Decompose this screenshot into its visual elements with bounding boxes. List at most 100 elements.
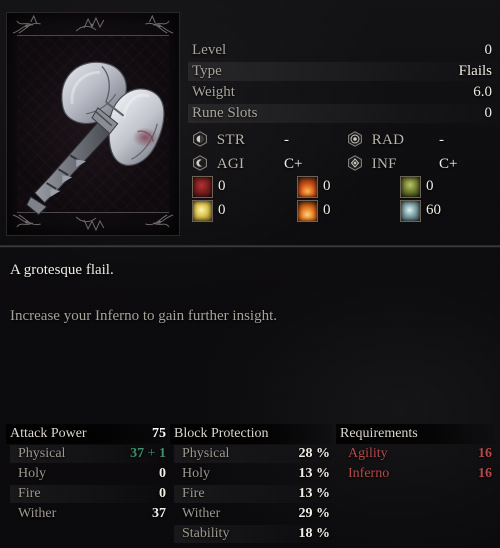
- stat-value-type: Flails: [458, 63, 492, 79]
- panel-header-requirements: Requirements: [336, 424, 494, 444]
- damage-value-inferno: 0: [323, 202, 331, 218]
- block-label-physical: Physical: [182, 446, 230, 461]
- blood-damage-icon: [192, 176, 213, 198]
- attack-physical-base: 37: [130, 446, 145, 461]
- strength-icon: [193, 131, 207, 147]
- panel-header-block-protection: Block Protection: [170, 424, 332, 444]
- block-row-fire: Fire 13 %: [174, 484, 330, 504]
- scaling-grade-agi: C+: [284, 156, 303, 172]
- scaling-grade-str: -: [284, 132, 289, 148]
- stat-label-level: Level: [192, 42, 227, 58]
- item-portrait-frame: [6, 12, 180, 236]
- requirement-value-inferno: 16: [478, 466, 492, 481]
- block-value-stability: 18 %: [298, 526, 331, 541]
- attack-row-fire: Fire 0: [10, 484, 166, 504]
- stat-row-rune-slots: Rune Slots 0: [188, 103, 498, 124]
- description-title: A grotesque flail.: [10, 262, 114, 278]
- grotesque-flail-weapon-art: [26, 61, 165, 216]
- attack-value-fire: 0: [159, 486, 166, 501]
- item-detail-panel: Level 0 Type Flails Weight 6.0 Rune Slot…: [0, 0, 500, 548]
- block-value-wither: 29 %: [298, 506, 331, 521]
- block-row-holy: Holy 13 %: [174, 464, 330, 484]
- stat-value-rune-slots: 0: [484, 105, 493, 121]
- attack-physical-bonus: 1: [159, 446, 166, 461]
- damage-value-holy: 0: [218, 202, 226, 218]
- description-body: Increase your Inferno to gain further in…: [10, 308, 277, 324]
- requirement-label-agility: Agility: [348, 446, 388, 461]
- scaling-grade-inf: C+: [439, 156, 458, 172]
- requirement-row-inferno: Inferno 16: [340, 464, 492, 484]
- scaling-label-agi: AGI: [216, 156, 245, 172]
- radiance-icon: [348, 131, 362, 147]
- scaling-label-str: STR: [216, 132, 246, 148]
- item-description: A grotesque flail. Increase your Inferno…: [10, 262, 480, 325]
- block-row-physical: Physical 28 %: [174, 444, 330, 464]
- damage-row-1: 0 0 0: [192, 174, 492, 198]
- stat-label-weight: Weight: [192, 84, 235, 100]
- stat-row-level: Level 0: [192, 40, 492, 61]
- stat-value-weight: 6.0: [473, 84, 492, 100]
- attack-label-holy: Holy: [18, 466, 46, 481]
- block-row-stability: Stability 18 %: [174, 524, 330, 544]
- inferno-icon: [348, 155, 362, 171]
- attack-label-wither: Wither: [18, 506, 57, 521]
- block-label-wither: Wither: [182, 506, 221, 521]
- section-divider: [0, 245, 500, 248]
- panel-requirements: Requirements Agility 16 Inferno 16: [336, 424, 494, 484]
- attack-value-holy: 0: [159, 466, 166, 481]
- block-row-wither: Wither 29 %: [174, 504, 330, 524]
- scaling-label-inf: INF: [371, 156, 397, 172]
- stat-label-type: Type: [192, 63, 222, 79]
- damage-value-blood: 0: [218, 178, 226, 194]
- block-label-fire: Fire: [182, 486, 205, 501]
- stat-value-level: 0: [484, 42, 493, 58]
- fire-damage-icon: [297, 176, 318, 198]
- holy-damage-icon: [192, 200, 213, 222]
- requirement-value-agility: 16: [478, 446, 492, 461]
- block-label-stability: Stability: [182, 526, 230, 541]
- attack-row-wither: Wither 37: [10, 504, 166, 524]
- requirement-label-inferno: Inferno: [348, 466, 390, 481]
- attack-label-physical: Physical: [18, 446, 66, 461]
- panel-title-requirements: Requirements: [340, 426, 418, 441]
- scaling-grade-rad: -: [439, 132, 444, 148]
- scaling-inferno: INF C+: [347, 152, 457, 176]
- requirement-row-agility: Agility 16: [340, 444, 492, 464]
- scaling-agility: AGI C+: [192, 152, 302, 176]
- attack-physical-plus: +: [147, 446, 156, 461]
- attack-row-physical: Physical 37 + 1: [10, 444, 166, 464]
- frost-insight-icon: [400, 200, 421, 222]
- attack-row-holy: Holy 0: [10, 464, 166, 484]
- panel-title-block-protection: Block Protection: [174, 426, 269, 441]
- scaling-strength: STR -: [192, 128, 289, 152]
- agility-icon: [193, 155, 207, 171]
- block-value-fire: 13 %: [298, 486, 331, 501]
- panel-header-attack-power: Attack Power 75: [6, 424, 168, 444]
- attack-value-wither: 37: [152, 506, 166, 521]
- panel-attack-power: Attack Power 75 Physical 37 + 1 Holy 0 F…: [6, 424, 168, 524]
- stat-label-rune-slots: Rune Slots: [192, 105, 258, 121]
- block-label-holy: Holy: [182, 466, 210, 481]
- panel-total-attack-power: 75: [152, 426, 166, 441]
- stat-panels: Attack Power 75 Physical 37 + 1 Holy 0 F…: [0, 424, 500, 548]
- stat-row-type: Type Flails: [188, 61, 498, 82]
- panel-block-protection: Block Protection Physical 28 % Holy 13 %…: [170, 424, 332, 544]
- damage-value-wither: 0: [426, 178, 434, 194]
- block-value-physical: 28 %: [298, 446, 331, 461]
- scaling-label-rad: RAD: [371, 132, 405, 148]
- scaling-grid: STR - RAD - AGI C+ INF C+: [192, 128, 492, 176]
- scaling-radiance: RAD -: [347, 128, 444, 152]
- damage-value-fire: 0: [323, 178, 331, 194]
- attack-value-physical: 37 + 1: [130, 444, 166, 464]
- inferno-damage-icon: [297, 200, 318, 222]
- damage-value-frost-insight: 60: [426, 202, 441, 218]
- panel-title-attack-power: Attack Power: [10, 426, 87, 441]
- stat-row-weight: Weight 6.0: [192, 82, 492, 103]
- block-value-holy: 13 %: [298, 466, 331, 481]
- scaling-row-2: AGI C+ INF C+: [192, 152, 492, 176]
- scaling-row-1: STR - RAD -: [192, 128, 492, 152]
- wither-damage-icon: [400, 176, 421, 198]
- item-portrait[interactable]: [6, 12, 180, 236]
- damage-type-grid: 0 0 0 0 0 60: [192, 174, 492, 222]
- item-header-stats: Level 0 Type Flails Weight 6.0 Rune Slot…: [188, 40, 498, 124]
